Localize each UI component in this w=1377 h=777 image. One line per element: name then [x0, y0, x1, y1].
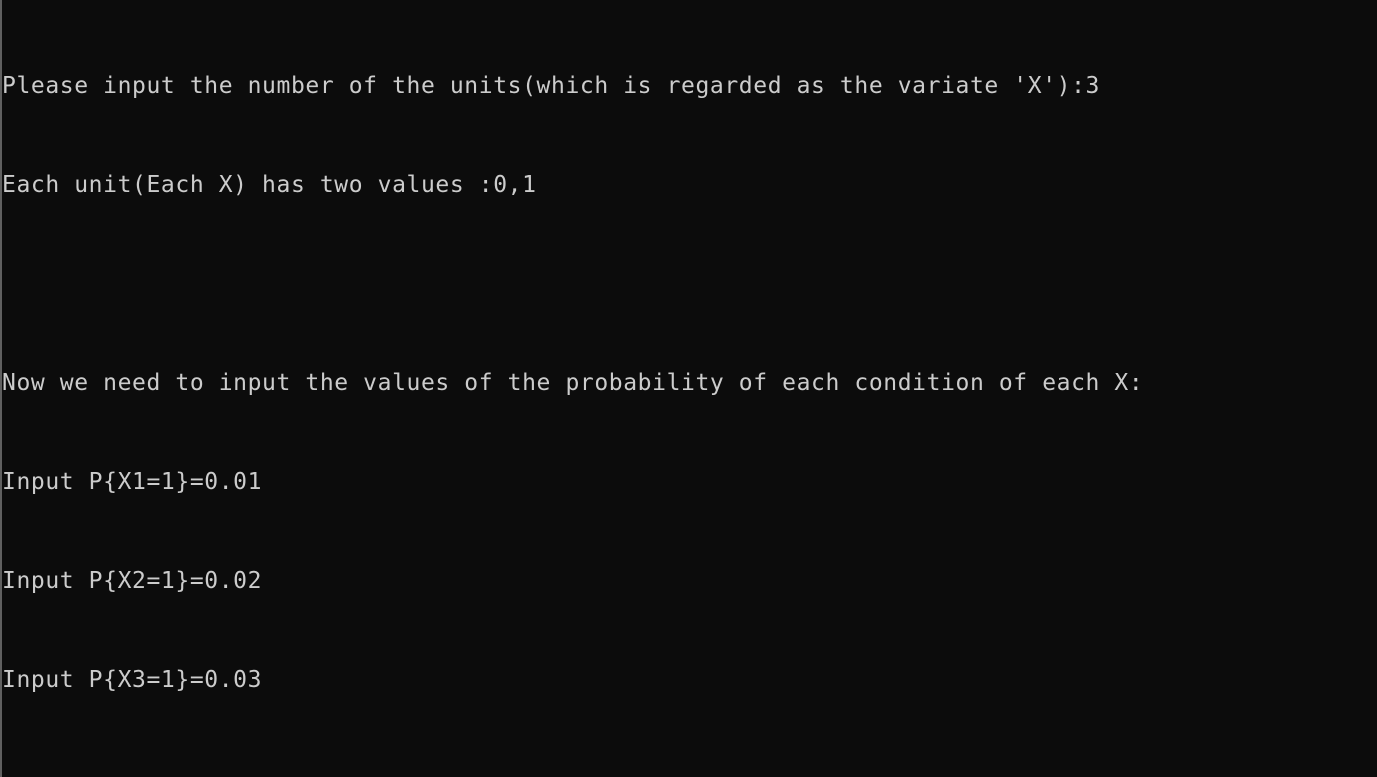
console-line-input-x3: Input P{X3=1}=0.03: [2, 667, 263, 693]
console-line-prompt-probabilities: Now we need to input the values of the p…: [2, 370, 1144, 396]
console-text-area[interactable]: Please input the number of the units(whi…: [2, 0, 1377, 777]
console-line-input-x1: Input P{X1=1}=0.01: [2, 469, 263, 495]
console-line-input-x2: Input P{X2=1}=0.02: [2, 568, 263, 594]
console-line-blank-1: [2, 268, 1377, 301]
console-window[interactable]: Please input the number of the units(whi…: [0, 0, 1377, 777]
console-line-prompt-units: Please input the number of the units(whi…: [2, 73, 1100, 99]
console-line-blank-2: [2, 763, 1377, 777]
console-line-unit-values-note: Each unit(Each X) has two values :0,1: [2, 172, 537, 198]
